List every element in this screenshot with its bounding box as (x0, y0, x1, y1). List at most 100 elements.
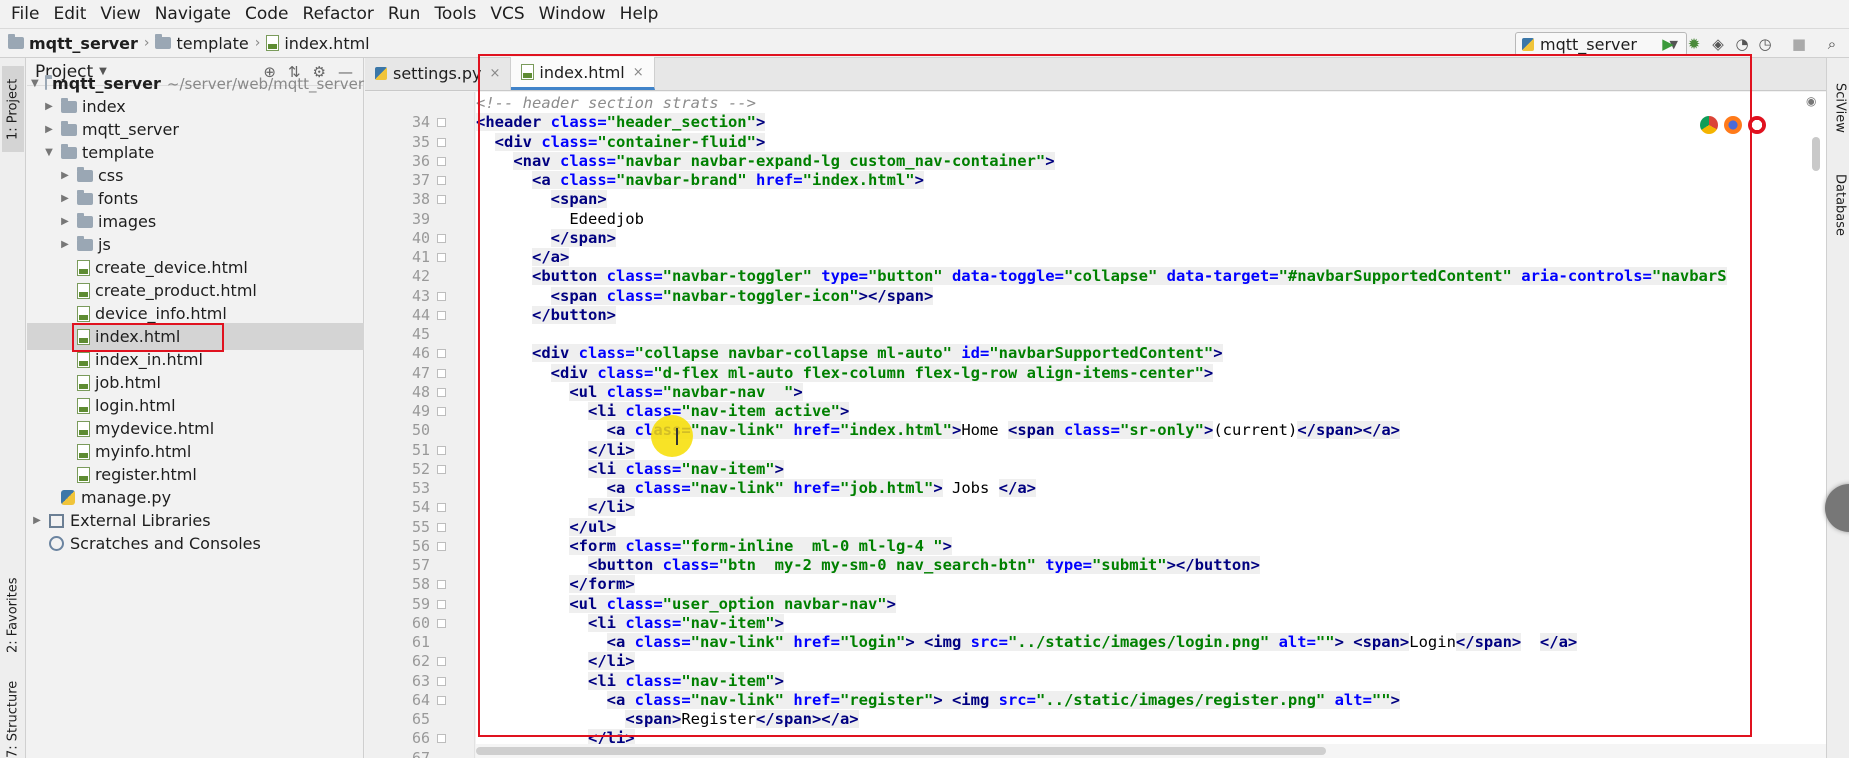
line-number: 60 (411, 613, 430, 632)
folder-icon (44, 74, 53, 90)
html-file-icon (266, 35, 280, 51)
menu-refactor[interactable]: Refactor (296, 0, 381, 28)
fold-marker-icon[interactable] (437, 137, 446, 147)
menu-window[interactable]: Window (532, 0, 613, 28)
fold-marker-icon[interactable] (437, 253, 446, 262)
fold-marker-icon[interactable] (437, 118, 446, 128)
tab-sciview-tool[interactable]: SciView (1829, 68, 1849, 148)
html-file-icon (77, 259, 90, 276)
profile-icon[interactable]: ◔ (1733, 35, 1751, 53)
breadcrumb-file[interactable]: index.html (284, 34, 369, 53)
menu-view[interactable]: View (93, 0, 147, 28)
fold-marker-icon[interactable] (437, 195, 446, 205)
fold-marker-icon[interactable] (437, 407, 446, 416)
line-number: 42 (411, 267, 430, 286)
stop-icon[interactable]: ■ (1790, 35, 1808, 53)
line-number: 56 (411, 536, 430, 555)
scrollbar-thumb[interactable] (1812, 137, 1820, 171)
fold-marker-icon[interactable] (437, 695, 446, 705)
tree-item-label: create_device.html (95, 258, 248, 277)
fold-marker-icon[interactable] (437, 657, 446, 667)
fold-marker-icon[interactable] (437, 291, 446, 301)
line-number: 41 (411, 248, 430, 266)
menu-code[interactable]: Code (238, 0, 296, 28)
line-number: 66 (411, 729, 430, 748)
menu-help[interactable]: Help (613, 0, 666, 28)
fold-marker-icon[interactable] (437, 618, 446, 628)
html-file-icon (77, 374, 90, 391)
fold-marker-icon[interactable] (437, 156, 446, 166)
tab-favorites-tool[interactable]: 2: Favorites (2, 568, 24, 663)
html-file-icon (77, 351, 90, 368)
tab-database-tool[interactable]: Database (1829, 158, 1849, 253)
python-file-icon (375, 67, 387, 80)
fold-marker-icon[interactable] (437, 233, 446, 243)
search-icon[interactable]: ⌕ (1823, 35, 1841, 53)
fold-marker-icon[interactable] (437, 503, 446, 513)
fold-marker-icon[interactable] (437, 368, 446, 378)
collapse-arrow-icon[interactable]: ▶ (43, 101, 55, 112)
line-number: 59 (411, 594, 430, 613)
fold-marker-icon[interactable] (437, 387, 446, 397)
line-number: 55 (411, 517, 430, 536)
menu-tools[interactable]: Tools (427, 0, 483, 28)
folder-icon (61, 143, 77, 159)
tab-structure-tool[interactable]: 7: Structure (2, 680, 24, 758)
folder-icon (77, 235, 93, 251)
concurrency-icon[interactable]: ◷ (1756, 35, 1774, 53)
fold-marker-icon[interactable] (437, 599, 446, 609)
line-number: 45 (411, 325, 430, 343)
folder-icon (61, 97, 77, 113)
eye-icon[interactable]: ◉ (1806, 94, 1816, 108)
line-number: 57 (411, 556, 430, 574)
tree-item-label: External Libraries (70, 511, 211, 530)
run-icon[interactable]: ▶ (1659, 35, 1677, 53)
collapse-arrow-icon[interactable]: ▶ (59, 193, 71, 204)
coverage-icon[interactable]: ◈ (1709, 35, 1727, 53)
line-number: 47 (411, 363, 430, 382)
tab-project-tool[interactable]: 1: Project (2, 66, 24, 152)
fold-marker-icon[interactable] (437, 176, 446, 185)
tree-item-label: login.html (95, 396, 176, 415)
menu-run[interactable]: Run (381, 0, 428, 28)
collapse-arrow-icon[interactable]: ▶ (43, 124, 55, 135)
tree-root-path: ~/server/web/mqtt_server (166, 74, 364, 93)
tree-item-scratches[interactable]: Scratches and Consoles (27, 530, 364, 557)
fold-marker-icon[interactable] (437, 310, 446, 320)
menu-vcs[interactable]: VCS (483, 0, 531, 28)
debug-icon[interactable]: ✹ (1685, 35, 1703, 53)
expand-arrow-icon[interactable]: ▼ (31, 78, 39, 89)
collapse-arrow-icon[interactable]: ▶ (31, 515, 43, 526)
collapse-arrow-icon[interactable]: ▶ (59, 216, 71, 227)
fold-marker-icon[interactable] (437, 541, 446, 551)
tree-item-label: Scratches and Consoles (70, 534, 261, 553)
fold-marker-icon[interactable] (437, 445, 446, 455)
folder-icon (8, 34, 24, 49)
fold-marker-icon[interactable] (437, 464, 446, 474)
menu-navigate[interactable]: Navigate (148, 0, 238, 28)
tab-label: settings.py (393, 64, 482, 83)
tree-item-label: mydevice.html (95, 419, 215, 438)
vertical-scrollbar[interactable] (1810, 92, 1822, 744)
tree-item-label: js (98, 235, 111, 254)
line-number: 37 (411, 171, 430, 189)
tree-item-label: job.html (95, 373, 161, 392)
breadcrumb-folder[interactable]: template (176, 34, 248, 53)
fold-marker-icon[interactable] (437, 734, 446, 744)
fold-marker-icon[interactable] (437, 676, 446, 686)
fold-marker-icon[interactable] (437, 580, 446, 590)
horizontal-scrollbar[interactable] (476, 744, 1830, 758)
fold-marker-icon[interactable] (437, 349, 446, 359)
scrollbar-thumb[interactable] (476, 747, 1326, 755)
menu-edit[interactable]: Edit (46, 0, 93, 28)
python-icon (1522, 37, 1534, 51)
collapse-arrow-icon[interactable]: ▶ (59, 239, 71, 250)
left-tool-strip: 1: Project 2: Favorites 7: Structure (0, 58, 26, 758)
fold-marker-icon[interactable] (437, 522, 446, 532)
menu-file[interactable]: File (4, 0, 46, 28)
breadcrumb-project[interactable]: mqtt_server (29, 34, 138, 53)
line-number: 67 (411, 748, 430, 758)
collapse-arrow-icon[interactable]: ▶ (59, 170, 71, 181)
folder-icon (77, 166, 93, 182)
expand-arrow-icon[interactable]: ▼ (43, 147, 55, 158)
